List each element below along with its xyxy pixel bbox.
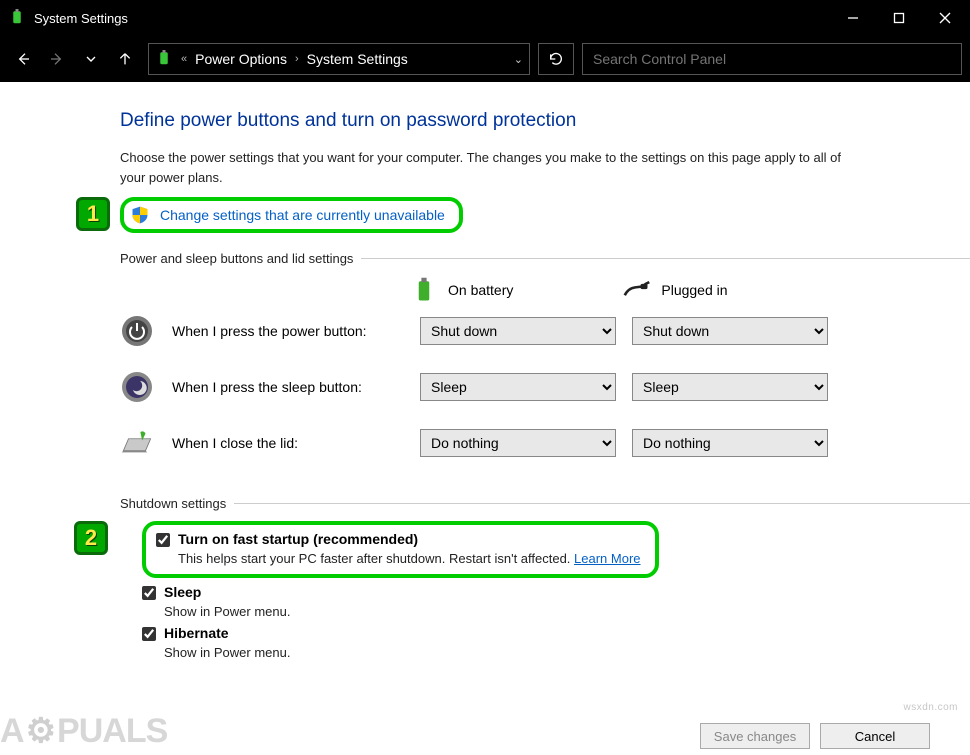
chevron-left-icon: « — [181, 53, 187, 65]
power-button-row: When I press the power button: Shut down… — [120, 314, 970, 348]
grid-header: On battery Plugged in — [410, 276, 970, 304]
section-header: Shutdown settings — [120, 496, 970, 511]
chevron-down-icon[interactable]: ⌄ — [514, 53, 523, 66]
section-title: Power and sleep buttons and lid settings — [120, 251, 353, 266]
sleep-button-battery-select[interactable]: Sleep — [420, 373, 616, 401]
breadcrumb-item[interactable]: Power Options — [195, 51, 287, 67]
fast-startup-highlight: Turn on fast startup (recommended) This … — [142, 521, 659, 578]
change-settings-highlight: Change settings that are currently unava… — [120, 197, 463, 233]
fast-startup-label: Turn on fast startup (recommended) — [178, 531, 418, 547]
gear-icon: ⚙ — [26, 711, 55, 751]
plug-icon — [623, 276, 651, 304]
sleep-button-row: When I press the sleep button: Sleep Sle… — [120, 370, 970, 404]
up-button[interactable] — [110, 44, 140, 74]
battery-icon — [410, 276, 438, 304]
power-button-battery-select[interactable]: Shut down — [420, 317, 616, 345]
content-area: Define power buttons and turn on passwor… — [0, 82, 970, 660]
minimize-button[interactable] — [830, 0, 876, 36]
annotation-badge-1: 1 — [76, 197, 110, 231]
watermark-text: wsxdn.com — [903, 702, 958, 713]
page-intro: Choose the power settings that you want … — [120, 148, 860, 187]
forward-button[interactable] — [42, 44, 72, 74]
sleep-label: Sleep — [164, 584, 201, 600]
recent-dropdown[interactable] — [76, 44, 106, 74]
laptop-lid-icon — [120, 426, 154, 460]
sleep-button-plugged-select[interactable]: Sleep — [632, 373, 828, 401]
sleep-checkbox[interactable] — [142, 586, 156, 600]
watermark-logo: A⚙PUALS — [0, 711, 167, 751]
sleep-desc: Show in Power menu. — [164, 604, 970, 619]
breadcrumb-item[interactable]: System Settings — [307, 51, 408, 67]
navbar: « Power Options › System Settings ⌄ — [0, 36, 970, 82]
uac-shield-icon — [130, 205, 150, 225]
close-lid-plugged-select[interactable]: Do nothing — [632, 429, 828, 457]
col-battery-label: On battery — [448, 282, 513, 298]
save-changes-button[interactable]: Save changes — [700, 723, 810, 749]
row-label: When I close the lid: — [172, 435, 420, 451]
learn-more-link[interactable]: Learn More — [574, 551, 640, 566]
titlebar: System Settings — [0, 0, 970, 36]
sleep-button-icon — [120, 370, 154, 404]
power-options-icon — [155, 50, 173, 68]
fast-startup-desc: This helps start your PC faster after sh… — [178, 551, 641, 566]
page-heading: Define power buttons and turn on passwor… — [120, 110, 970, 132]
fast-startup-checkbox[interactable] — [156, 533, 170, 547]
search-input[interactable] — [582, 43, 962, 75]
window-title: System Settings — [34, 11, 830, 26]
col-plugged-label: Plugged in — [661, 282, 727, 298]
annotation-badge-2: 2 — [74, 521, 108, 555]
chevron-right-icon: › — [295, 53, 299, 65]
hibernate-checkbox[interactable] — [142, 627, 156, 641]
power-button-icon — [120, 314, 154, 348]
footer-buttons: Save changes Cancel — [700, 723, 930, 749]
refresh-button[interactable] — [538, 43, 574, 75]
power-button-plugged-select[interactable]: Shut down — [632, 317, 828, 345]
close-button[interactable] — [922, 0, 968, 36]
change-settings-link[interactable]: Change settings that are currently unava… — [160, 207, 445, 223]
close-lid-row: When I close the lid: Do nothing Do noth… — [120, 426, 970, 460]
section-title: Shutdown settings — [120, 496, 226, 511]
hibernate-desc: Show in Power menu. — [164, 645, 970, 660]
address-bar[interactable]: « Power Options › System Settings ⌄ — [148, 43, 530, 75]
power-options-icon — [8, 9, 26, 27]
maximize-button[interactable] — [876, 0, 922, 36]
row-label: When I press the power button: — [172, 323, 420, 339]
row-label: When I press the sleep button: — [172, 379, 420, 395]
close-lid-battery-select[interactable]: Do nothing — [420, 429, 616, 457]
back-button[interactable] — [8, 44, 38, 74]
hibernate-label: Hibernate — [164, 625, 229, 641]
section-header: Power and sleep buttons and lid settings — [120, 251, 970, 266]
cancel-button[interactable]: Cancel — [820, 723, 930, 749]
